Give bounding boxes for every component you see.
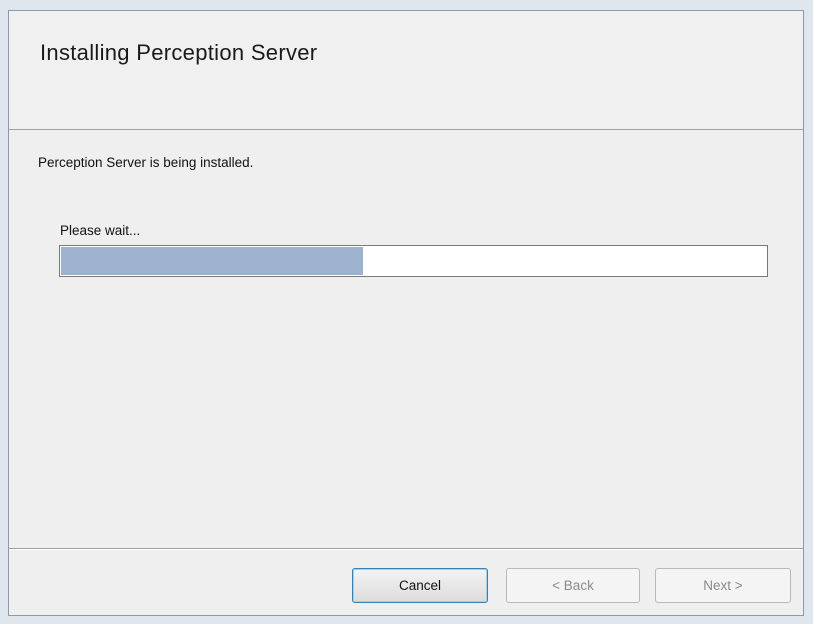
page-title: Installing Perception Server: [40, 40, 318, 65]
footer-divider: [9, 548, 803, 549]
next-button[interactable]: Next >: [655, 568, 791, 603]
status-text: Perception Server is being installed.: [38, 155, 254, 170]
cancel-button[interactable]: Cancel: [352, 568, 488, 603]
back-button[interactable]: < Back: [506, 568, 640, 603]
screen-background: Installing Perception Server Perception …: [0, 0, 813, 624]
progress-bar: [59, 245, 768, 277]
progress-label: Please wait...: [60, 223, 141, 238]
progress-bar-fill: [61, 247, 363, 275]
dialog-header: Installing Perception Server: [9, 11, 803, 130]
installer-dialog: Installing Perception Server Perception …: [8, 10, 804, 616]
